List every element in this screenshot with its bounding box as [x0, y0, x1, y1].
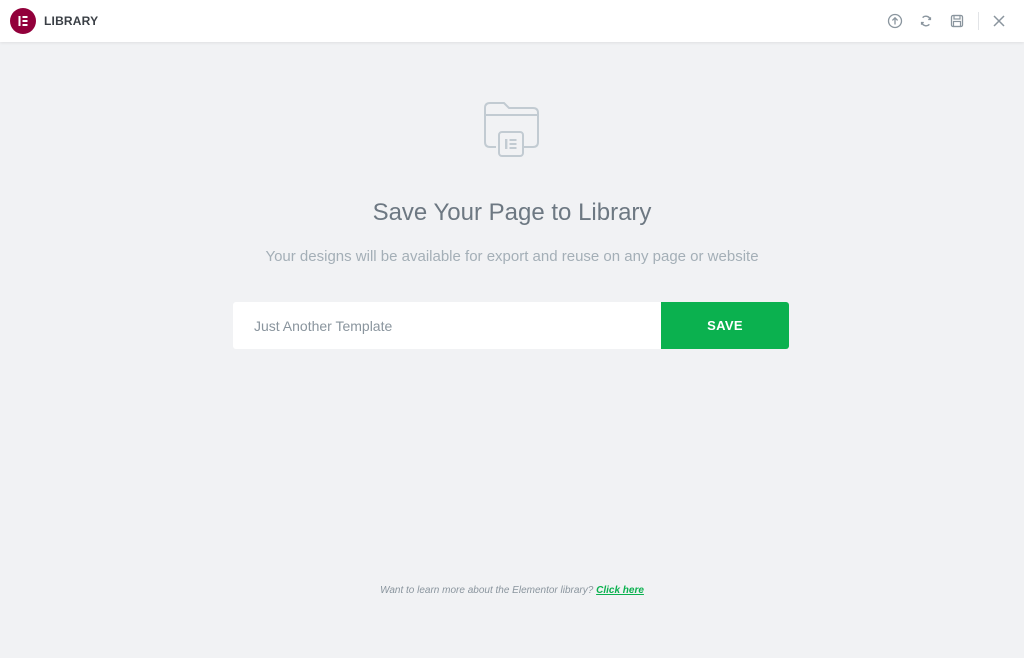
modal-title: LIBRARY	[44, 14, 99, 28]
import-button[interactable]	[879, 0, 910, 42]
brand: LIBRARY	[10, 8, 98, 34]
close-icon	[992, 15, 1005, 27]
template-name-input[interactable]	[233, 302, 661, 349]
save-icon	[950, 14, 963, 28]
header-toolbar	[879, 0, 1014, 42]
sync-button[interactable]	[910, 0, 941, 42]
library-info-note: Want to learn more about the Elementor l…	[0, 585, 1024, 596]
elementor-logo-icon	[10, 8, 36, 34]
click-here-link[interactable]: Click here	[596, 585, 644, 596]
save-template-panel: Save Your Page to Library Your designs w…	[0, 42, 1024, 658]
library-modal: LIBRARY Save Your Page to Library Your d…	[0, 0, 1024, 658]
page-subtitle: Your designs will be available for expor…	[265, 248, 759, 265]
close-button[interactable]	[983, 0, 1014, 42]
modal-header: LIBRARY	[0, 0, 1024, 42]
save-button[interactable]: SAVE	[661, 302, 789, 349]
import-icon	[887, 13, 902, 29]
save-template-form: SAVE	[233, 302, 789, 349]
toolbar-divider	[978, 12, 979, 30]
folder-template-icon	[484, 102, 539, 157]
library-info-text: Want to learn more about the Elementor l…	[380, 585, 594, 596]
sync-icon	[920, 15, 931, 27]
page-title: Save Your Page to Library	[372, 199, 652, 226]
save-template-button[interactable]	[941, 0, 972, 42]
